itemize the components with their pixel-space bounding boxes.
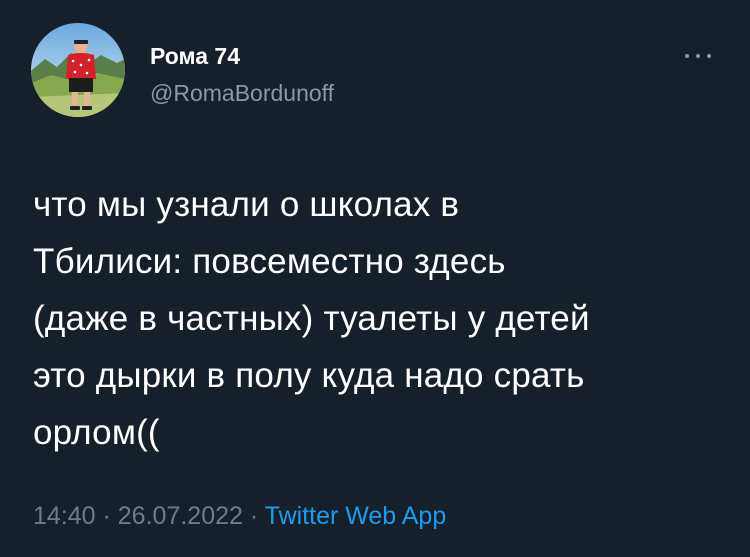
author-display-name[interactable]: Рома 74	[150, 43, 240, 70]
more-horizontal-icon[interactable]	[680, 46, 716, 66]
tweet-source-link[interactable]: Twitter Web App	[265, 502, 447, 530]
tweet-date[interactable]: 26.07.2022	[118, 502, 243, 530]
meta-separator: ·	[242, 502, 265, 530]
avatar[interactable]	[31, 23, 125, 117]
tweet-meta: 14:40 · 26.07.2022 · Twitter Web App	[33, 502, 446, 531]
tweet-text: что мы узнали о школах в Тбилиси: повсем…	[33, 185, 590, 452]
avatar-photo	[31, 23, 125, 117]
tweet-time[interactable]: 14:40	[33, 502, 96, 530]
meta-separator: ·	[95, 502, 118, 530]
author-handle[interactable]: @RomaBordunoff	[150, 80, 334, 107]
tweet-card: Рома 74 @RomaBordunoff что мы узнали о ш…	[0, 0, 750, 557]
